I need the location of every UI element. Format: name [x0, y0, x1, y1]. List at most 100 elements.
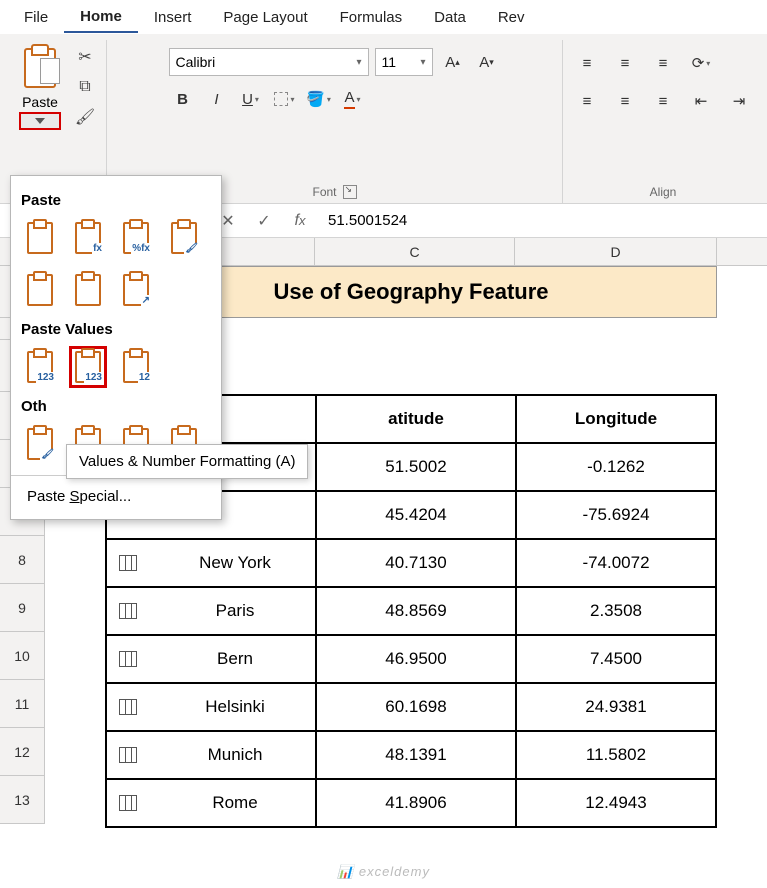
dd-section-other: Oth: [21, 398, 211, 415]
align-right-icon[interactable]: ≡: [649, 88, 677, 114]
paste-special-item[interactable]: Paste Special...: [21, 480, 211, 513]
lon-cell[interactable]: 12.4943: [516, 779, 716, 827]
paste-formatting-icon[interactable]: 🖌: [21, 423, 59, 465]
orientation-icon[interactable]: ⟳▾: [687, 50, 715, 76]
increase-font-icon[interactable]: A▴: [439, 49, 467, 75]
align-middle-icon[interactable]: ≡: [611, 50, 639, 76]
menu-formulas[interactable]: Formulas: [324, 3, 419, 32]
map-icon: [119, 555, 137, 571]
lat-cell[interactable]: 46.9500: [316, 635, 516, 683]
underline-button[interactable]: U▾: [237, 86, 265, 112]
font-color-button[interactable]: A▾: [339, 86, 367, 112]
cut-icon[interactable]: ✂: [74, 46, 96, 68]
paste-all-icon[interactable]: [21, 217, 59, 259]
paste-button[interactable]: Paste: [10, 40, 70, 130]
col-header[interactable]: D: [515, 238, 717, 265]
watermark: 📊 exceldemy: [337, 864, 430, 880]
paste-formulas-icon[interactable]: fx: [69, 217, 107, 259]
city-cell[interactable]: Bern: [106, 635, 316, 683]
row-header[interactable]: 8: [0, 536, 45, 584]
paste-values-source-fmt-icon[interactable]: 12: [117, 346, 155, 388]
table-row: Rome41.890612.4943: [106, 779, 716, 827]
row-header[interactable]: 11: [0, 680, 45, 728]
lon-cell[interactable]: -74.0072: [516, 539, 716, 587]
menu-rev[interactable]: Rev: [482, 3, 541, 32]
borders-button[interactable]: ▾: [271, 86, 299, 112]
align-center-icon[interactable]: ≡: [611, 88, 639, 114]
lat-cell[interactable]: 60.1698: [316, 683, 516, 731]
italic-button[interactable]: I: [203, 86, 231, 112]
lat-cell[interactable]: 40.7130: [316, 539, 516, 587]
lon-cell[interactable]: 11.5802: [516, 731, 716, 779]
font-dialog-launcher[interactable]: [343, 185, 357, 199]
paste-keep-fmt-icon[interactable]: 🖌: [165, 217, 203, 259]
copy-icon[interactable]: ⧉: [74, 76, 96, 98]
th-longitude[interactable]: Longitude: [516, 395, 716, 443]
map-icon: [119, 747, 137, 763]
th-latitude[interactable]: atitude: [316, 395, 516, 443]
map-icon: [119, 699, 137, 715]
lat-cell[interactable]: 41.8906: [316, 779, 516, 827]
menu-home[interactable]: Home: [64, 2, 138, 33]
city-cell[interactable]: Helsinki: [106, 683, 316, 731]
align-left-icon[interactable]: ≡: [573, 88, 601, 114]
bold-button[interactable]: B: [169, 86, 197, 112]
fx-icon[interactable]: fx: [282, 212, 318, 230]
alignment-group: ≡ ≡ ≡ ⟳▾ ≡ ≡ ≡ ⇤ ⇥ Align: [563, 40, 763, 203]
lon-cell[interactable]: 7.4500: [516, 635, 716, 683]
dd-section-paste: Paste: [21, 192, 211, 209]
paste-dropdown-arrow[interactable]: [19, 112, 61, 130]
menu-insert[interactable]: Insert: [138, 3, 208, 32]
fill-color-button[interactable]: 🪣▾: [305, 86, 333, 112]
font-group-label: Font: [312, 185, 336, 199]
menubar: FileHomeInsertPage LayoutFormulasDataRev: [0, 0, 767, 34]
table-row: Bern46.95007.4500: [106, 635, 716, 683]
lat-cell[interactable]: 48.8569: [316, 587, 516, 635]
formula-value[interactable]: 51.5001524: [318, 212, 767, 229]
enter-icon[interactable]: ✓: [246, 211, 282, 231]
font-name-select[interactable]: Calibri▾: [169, 48, 369, 76]
map-icon: [119, 603, 137, 619]
city-cell[interactable]: Rome: [106, 779, 316, 827]
paste-values-icon[interactable]: 123: [21, 346, 59, 388]
paste-transpose-icon[interactable]: ↗: [117, 269, 155, 311]
table-row: Munich48.139111.5802: [106, 731, 716, 779]
lon-cell[interactable]: 2.3508: [516, 587, 716, 635]
city-cell[interactable]: New York: [106, 539, 316, 587]
decrease-indent-icon[interactable]: ⇤: [687, 88, 715, 114]
paste-label: Paste: [22, 94, 58, 110]
table-row: Helsinki60.169824.9381: [106, 683, 716, 731]
paste-noborders-icon[interactable]: [21, 269, 59, 311]
font-size-value: 11: [382, 54, 397, 70]
map-icon: [119, 795, 137, 811]
align-top-icon[interactable]: ≡: [573, 50, 601, 76]
tooltip: Values & Number Formatting (A): [66, 444, 308, 479]
paste-values-number-fmt-icon[interactable]: 123: [69, 346, 107, 388]
paste-colwidth-icon[interactable]: [69, 269, 107, 311]
lat-cell[interactable]: 48.1391: [316, 731, 516, 779]
lon-cell[interactable]: -75.6924: [516, 491, 716, 539]
font-size-select[interactable]: 11▾: [375, 48, 433, 76]
lat-cell[interactable]: 51.5002: [316, 443, 516, 491]
city-cell[interactable]: Munich: [106, 731, 316, 779]
row-header[interactable]: 13: [0, 776, 45, 824]
lon-cell[interactable]: 24.9381: [516, 683, 716, 731]
menu-file[interactable]: File: [8, 3, 64, 32]
paste-formulas-fmt-icon[interactable]: %fx: [117, 217, 155, 259]
col-header[interactable]: C: [315, 238, 515, 265]
row-header[interactable]: 10: [0, 632, 45, 680]
align-bottom-icon[interactable]: ≡: [649, 50, 677, 76]
row-header[interactable]: 12: [0, 728, 45, 776]
font-name-value: Calibri: [176, 54, 216, 70]
increase-indent-icon[interactable]: ⇥: [725, 88, 753, 114]
lat-cell[interactable]: 45.4204: [316, 491, 516, 539]
table-row: Paris48.85692.3508: [106, 587, 716, 635]
row-header[interactable]: 9: [0, 584, 45, 632]
format-painter-icon[interactable]: 🖌: [74, 106, 96, 128]
lon-cell[interactable]: -0.1262: [516, 443, 716, 491]
menu-data[interactable]: Data: [418, 3, 482, 32]
decrease-font-icon[interactable]: A▾: [473, 49, 501, 75]
menu-page-layout[interactable]: Page Layout: [207, 3, 323, 32]
dd-section-values: Paste Values: [21, 321, 211, 338]
city-cell[interactable]: Paris: [106, 587, 316, 635]
